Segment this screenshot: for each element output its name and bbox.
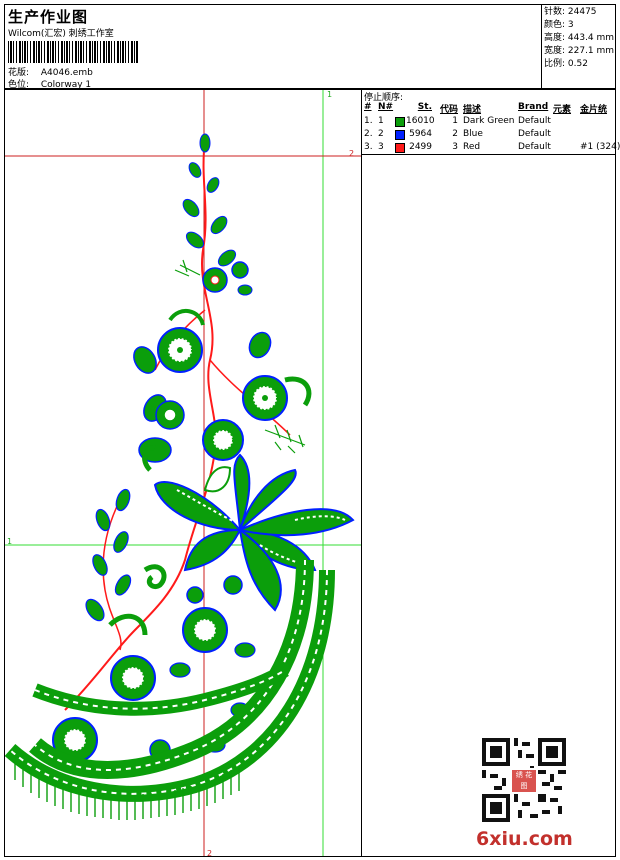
row-brand: Default <box>518 129 551 139</box>
col-sequin: 金片统 <box>580 105 608 115</box>
row-stitches: 16010 <box>406 116 435 126</box>
watermark-logo: 6xiu.com <box>476 828 573 850</box>
barcode <box>8 41 138 63</box>
divider <box>362 154 615 155</box>
row-number: 2. <box>364 129 373 139</box>
row-needle: 3 <box>378 142 384 152</box>
stat-colors: 颜色: 3 <box>544 20 574 30</box>
row-code: 2 <box>452 129 458 139</box>
guide-h2-label: 2 <box>349 149 354 158</box>
lace-motif <box>5 133 355 820</box>
row-number: 1. <box>364 116 373 126</box>
col-code: 代码 <box>439 105 458 115</box>
row-number: 3. <box>364 142 373 152</box>
qr-code: 绣 花 图 <box>482 738 566 822</box>
guide-h1-label: 1 <box>7 537 12 546</box>
stat-width: 宽度: 227.1 mm <box>544 46 615 56</box>
row-sequin: #1 (324) <box>580 142 620 152</box>
row-needle: 1 <box>378 116 384 126</box>
col-needle: N# <box>378 102 394 112</box>
stat-height: 高度: 443.4 mm <box>544 33 615 43</box>
row-description: Red <box>463 142 481 152</box>
table-row[interactable]: 1. 1 16010 1 Dark Green Default <box>362 116 615 129</box>
stop-sequence-header: # N# St. 代码 描述 Brand 元素 金片统 <box>362 102 615 115</box>
row-description: Dark Green <box>463 116 515 126</box>
stat-scale: 比例: 0.52 <box>544 59 588 69</box>
table-row[interactable]: 2. 2 5964 2 Blue Default <box>362 129 615 142</box>
color-swatch <box>395 117 405 127</box>
design-stats: 针数: 24475 颜色: 3 高度: 443.4 mm 宽度: 227.1 m… <box>541 5 616 88</box>
color-swatch <box>395 143 405 153</box>
col-element: 元素 <box>553 105 572 115</box>
row-code: 3 <box>452 142 458 152</box>
row-needle: 2 <box>378 129 384 139</box>
studio-name: Wilcom(汇宏) 刺绣工作室 <box>8 29 114 39</box>
col-brand: Brand <box>518 102 549 112</box>
stat-stitches: 针数: 24475 <box>544 7 597 17</box>
row-code: 1 <box>452 116 458 126</box>
guide-v1-label: 1 <box>327 90 332 99</box>
header-info: 生产作业图 Wilcom(汇宏) 刺绣工作室 花版: A4046.emb 色位:… <box>5 5 541 90</box>
col-description: 描述 <box>463 105 482 115</box>
embroidery-design: 1 1 2 2 <box>5 90 361 856</box>
row-brand: Default <box>518 116 551 126</box>
color-swatch <box>395 130 405 140</box>
col-number: # <box>364 102 372 112</box>
page-title: 生产作业图 <box>8 8 89 26</box>
design-preview-panel[interactable]: 1 1 2 2 <box>4 89 362 857</box>
col-stitches: St. <box>417 102 432 112</box>
header-panel: 生产作业图 Wilcom(汇宏) 刺绣工作室 花版: A4046.emb 色位:… <box>4 4 616 90</box>
qr-stamp-logo: 绣 花 图 <box>510 768 538 794</box>
row-stitches: 2499 <box>409 142 432 152</box>
row-description: Blue <box>463 129 483 139</box>
row-brand: Default <box>518 142 551 152</box>
row-stitches: 5964 <box>409 129 432 139</box>
guide-v2-label: 2 <box>207 849 212 856</box>
